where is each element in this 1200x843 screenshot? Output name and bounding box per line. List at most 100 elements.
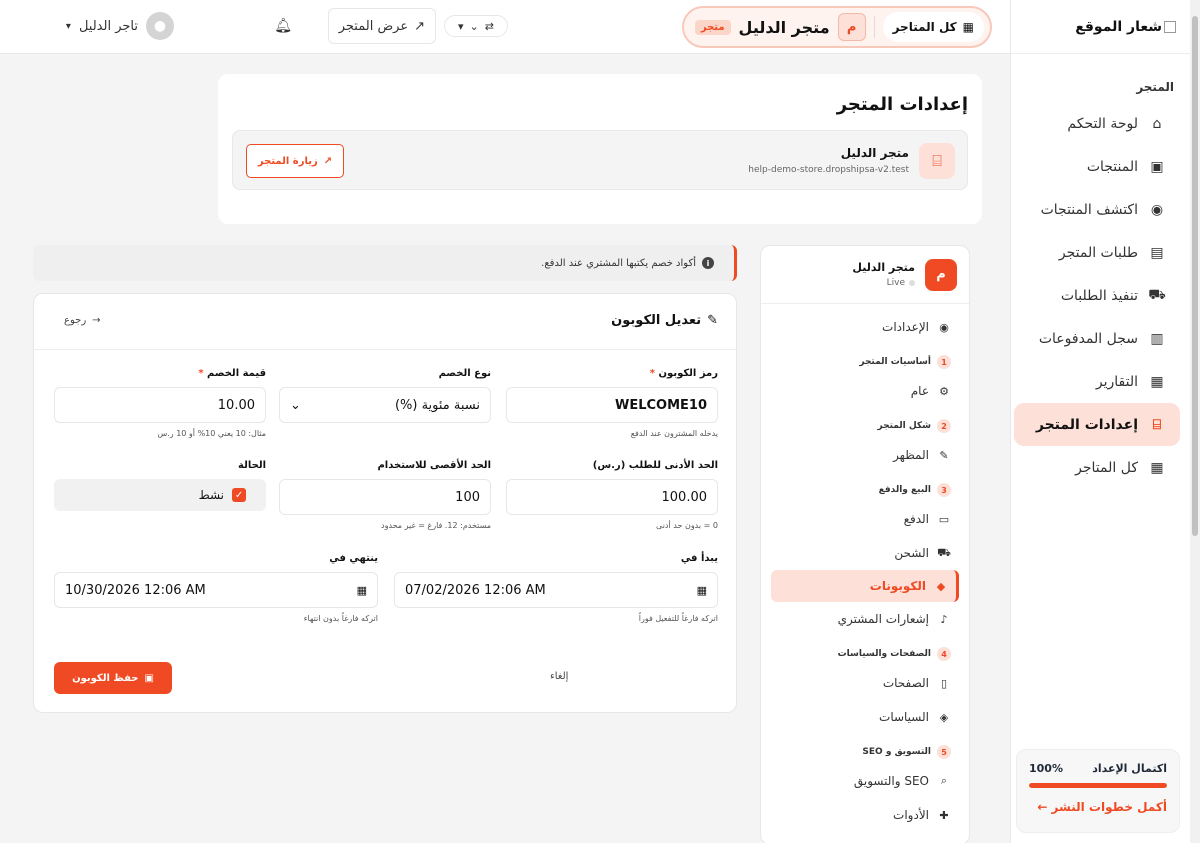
store-icon: ⌸ — [919, 143, 955, 179]
sidebar-item-label: المنتجات — [1086, 158, 1138, 175]
store-menu-item[interactable]: ⚙ عام — [761, 374, 969, 408]
store-menu-group-header: 4 الصفحات والسياسات — [761, 642, 969, 666]
complete-publish-link[interactable]: أكمل خطوات النشر ← — [1029, 800, 1167, 814]
sidebar-item[interactable]: ⛟ تنفيذ الطلبات — [1014, 274, 1180, 317]
start-date-label: يبدأ في — [680, 553, 718, 564]
store-menu-item[interactable]: ♪ إشعارات المشتري — [761, 602, 969, 636]
info-text: أكواد خصم يكتبها المشتري عند الدفع. — [541, 257, 696, 269]
store-status: Live — [852, 278, 915, 288]
store-switcher[interactable]: ▦ كل المتاجر م متجر الدليل متجر — [682, 6, 992, 48]
grid-icon: ▦ — [962, 20, 974, 34]
notifications-bell-icon[interactable]: 🔔︎ — [274, 18, 292, 34]
back-label: رجوع — [64, 315, 87, 326]
status-toggle[interactable]: ✓ نشط — [54, 479, 266, 511]
discount-value-hint: مثال: 10 يعني 10% أو 10 ر.س — [157, 429, 266, 438]
discount-type-select[interactable]: نسبة مئوية (%) ⌄ — [279, 387, 491, 423]
cancel-button[interactable]: إلغاء — [550, 671, 568, 682]
coupon-code-input[interactable]: WELCOME10 — [506, 387, 718, 423]
coupon-form-card: ✎ تعديل الكوبون → رجوع رمز الكوبون * WEL… — [33, 293, 737, 713]
view-store-label: عرض المتجر — [338, 18, 409, 34]
store-menu-item-label: SEO والتسويق — [853, 774, 929, 788]
sidebar-item[interactable]: ▤ طلبات المتجر — [1014, 231, 1180, 274]
brush-icon: ✎ — [939, 448, 949, 462]
switch-store-dropdown[interactable]: ⇄ ⌄ ▾ — [444, 15, 508, 37]
broken-image-icon — [1164, 20, 1176, 33]
file-icon: ▯ — [940, 676, 948, 690]
page-scrollbar[interactable] — [1190, 0, 1200, 843]
store-menu-item[interactable]: ✚ الأدوات — [761, 798, 969, 832]
calendar-icon[interactable]: ▦ — [697, 584, 707, 597]
sidebar-item[interactable]: ▦ كل المتاجر — [1014, 446, 1180, 489]
store-menu-item-label: الدفع — [903, 512, 929, 526]
sidebar-item[interactable]: ▦ التقارير — [1014, 360, 1180, 403]
store-url: help-demo-store.dropshipsa-v2.test — [748, 165, 909, 175]
coupon-code-field: رمز الكوبون * WELCOME10 يدخله المشترون ع… — [506, 368, 718, 438]
back-link[interactable]: → رجوع — [64, 315, 101, 326]
store-menu-item[interactable]: ◈ السياسات — [761, 700, 969, 734]
all-stores-button[interactable]: ▦ كل المتاجر — [882, 12, 984, 42]
sidebar-item[interactable]: ⌂ لوحة التحكم — [1014, 102, 1180, 145]
discount-value-input[interactable]: 10.00 — [54, 387, 266, 423]
home-icon: ⌂ — [1152, 115, 1162, 132]
save-coupon-label: حفظ الكوبون — [72, 672, 139, 684]
calendar-icon[interactable]: ▦ — [357, 584, 367, 597]
max-usage-label: الحد الأقصى للاستخدام — [377, 460, 491, 471]
store-menu-item-settings[interactable]: ◉ الإعدادات — [761, 310, 969, 344]
group-number-badge: 5 — [937, 745, 951, 759]
sidebar-item-label: التقارير — [1095, 373, 1138, 390]
store-menu-item[interactable]: ⌕ SEO والتسويق — [761, 764, 969, 798]
checkbox-checked-icon[interactable]: ✓ — [232, 488, 246, 502]
truck-icon: ⛟ — [937, 545, 951, 559]
top-bar: ▦ كل المتاجر م متجر الدليل متجر ⇄ ⌄ ▾ ↗ … — [0, 0, 1010, 54]
sidebar-item-label: إعدادات المتجر — [1035, 416, 1138, 433]
store-menu-item-label: الشحن — [894, 546, 929, 560]
edit-icon: ✎ — [707, 313, 718, 328]
sidebar-item-label: تنفيذ الطلبات — [1060, 287, 1138, 304]
store-menu-item[interactable]: ▯ الصفحات — [761, 666, 969, 700]
receipt-icon: ▤ — [1150, 244, 1164, 261]
site-logo[interactable]: شعار الموقع — [1011, 0, 1190, 54]
group-number-badge: 3 — [937, 483, 951, 497]
chart-icon: ▦ — [1150, 373, 1164, 390]
group-label: أساسيات المتجر — [859, 357, 931, 367]
tag-icon: ◆ — [936, 579, 946, 593]
chevron-down-icon: ⌄ — [290, 397, 301, 413]
scrollbar-thumb[interactable] — [1192, 16, 1198, 536]
store-avatar: م — [837, 13, 866, 41]
min-order-input[interactable]: 100.00 — [506, 479, 718, 515]
store-menu-groups: 1 أساسيات المتجر ⚙ عام 2 شكل المتجر ✎ المظهر 3 ال… — [761, 350, 969, 832]
sidebar-item[interactable]: ▥ سجل المدفوعات — [1014, 317, 1180, 360]
store-settings-menu: م متجر الدليل Live ◉ الإعدادات 1 أساسيات … — [760, 245, 970, 843]
sidebar-item-label: لوحة التحكم — [1067, 115, 1138, 132]
view-store-button[interactable]: ↗ عرض المتجر — [327, 8, 436, 44]
start-date-field: يبدأ في 07/02/2026 12:06 AM ▦ اتركه فارغ… — [394, 553, 718, 623]
max-usage-input[interactable]: 100 — [279, 479, 491, 515]
store-menu-header: م متجر الدليل Live — [761, 246, 969, 304]
sidebar-item[interactable]: ⌸ إعدادات المتجر — [1014, 403, 1180, 446]
compass-icon: ◉ — [1150, 201, 1164, 218]
save-coupon-button[interactable]: ▣ حفظ الكوبون — [54, 662, 172, 694]
grid-icon: ▦ — [1150, 459, 1164, 476]
store-menu-item[interactable]: ✎ المظهر — [761, 438, 969, 472]
status-value: نشط — [198, 488, 224, 502]
divider — [873, 16, 875, 38]
min-order-field: الحد الأدنى للطلب (ر.س) 100.00 0 = بدون … — [506, 460, 718, 530]
money-icon: ▥ — [1150, 330, 1164, 347]
store-menu-item[interactable]: ▭ الدفع — [761, 502, 969, 536]
sidebar-item[interactable]: ◉ اكتشف المنتجات — [1014, 188, 1180, 231]
start-date-input[interactable]: 07/02/2026 12:06 AM ▦ — [394, 572, 718, 608]
store-menu-group-header: 2 شكل المتجر — [761, 414, 969, 438]
store-info-strip: ⌸ متجر الدليل help-demo-store.dropshipsa… — [232, 130, 968, 190]
end-date-input[interactable]: 10/30/2026 12:06 AM ▦ — [54, 572, 378, 608]
user-menu[interactable]: ● تاجر الدليل ▾ — [66, 12, 174, 40]
min-order-label: الحد الأدنى للطلب (ر.س) — [592, 460, 718, 471]
store-menu-item-label: الإعدادات — [882, 320, 929, 334]
store-menu-group-header: 3 البيع والدفع — [761, 478, 969, 502]
store-menu-item[interactable]: ◆ الكوبونات — [771, 570, 959, 602]
store-menu-item[interactable]: ⛟ الشحن — [761, 536, 969, 570]
visit-store-button[interactable]: ↗ زيارة المتجر — [246, 144, 344, 178]
page-title: إعدادات المتجر — [836, 94, 968, 115]
sidebar-item[interactable]: ▣ المنتجات — [1014, 145, 1180, 188]
box-icon: ▣ — [1150, 158, 1164, 175]
group-number-badge: 1 — [937, 355, 951, 369]
